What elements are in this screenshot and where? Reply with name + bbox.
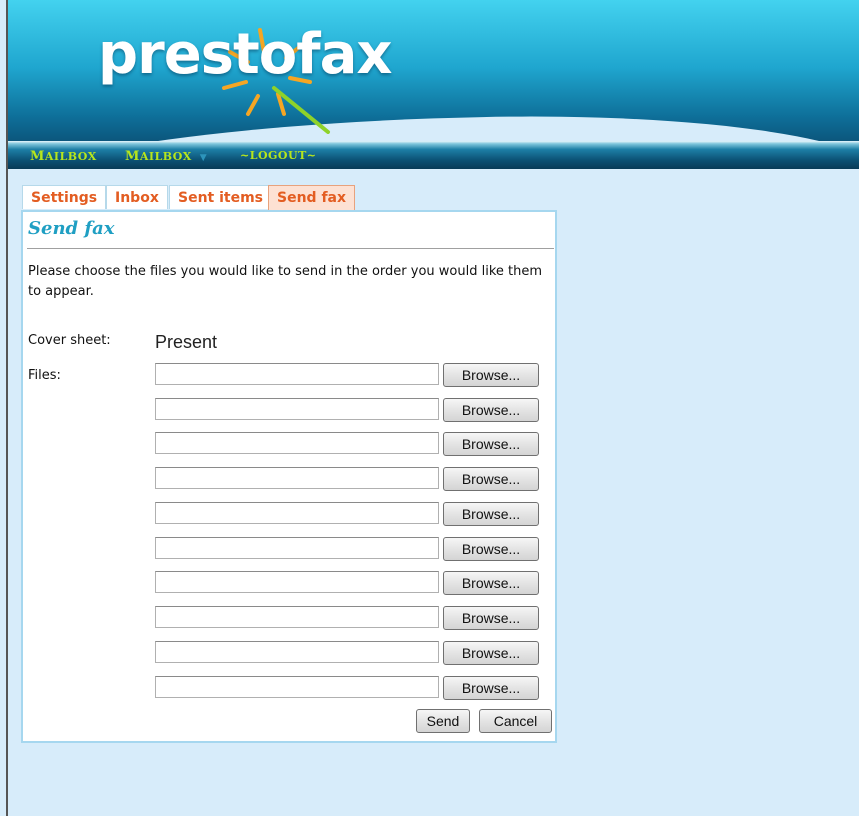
nav-logout[interactable]: ~LOGOUT~ bbox=[240, 149, 317, 162]
file-row: Browse... bbox=[155, 571, 539, 595]
cover-sheet-label: Cover sheet: bbox=[28, 333, 111, 348]
file-input-3[interactable] bbox=[155, 432, 439, 454]
file-row: Browse... bbox=[155, 363, 539, 387]
file-input-5[interactable] bbox=[155, 502, 439, 524]
panel-title: Send fax bbox=[28, 218, 115, 239]
file-input-10[interactable] bbox=[155, 676, 439, 698]
file-row: Browse... bbox=[155, 676, 539, 700]
tab-send-fax[interactable]: Send fax bbox=[268, 185, 356, 211]
browse-button-4[interactable]: Browse... bbox=[443, 467, 539, 491]
prestofax-logo: prestofax bbox=[98, 22, 393, 134]
send-fax-panel: Send fax Please choose the files you wou… bbox=[21, 210, 557, 743]
browse-button-5[interactable]: Browse... bbox=[443, 502, 539, 526]
file-row: Browse... bbox=[155, 641, 539, 665]
tab-settings[interactable]: Settings bbox=[22, 185, 107, 209]
file-row: Browse... bbox=[155, 467, 539, 491]
nav-mailbox-1[interactable]: MAILBOX bbox=[30, 149, 97, 164]
files-label: Files: bbox=[28, 368, 61, 383]
file-row: Browse... bbox=[155, 606, 539, 630]
tab-inbox[interactable]: Inbox bbox=[106, 185, 168, 209]
top-nav: MAILBOX MAILBOX ▼ ~LOGOUT~ bbox=[8, 141, 859, 169]
browse-button-1[interactable]: Browse... bbox=[443, 363, 539, 387]
logo-text: prestofax bbox=[98, 22, 393, 87]
instructions-text: Please choose the files you would like t… bbox=[28, 264, 543, 299]
nav-mailbox-2-label: AILBOX bbox=[139, 150, 192, 163]
nav-logout-label: ~LOGOUT~ bbox=[240, 149, 317, 162]
browse-button-2[interactable]: Browse... bbox=[443, 398, 539, 422]
chevron-down-icon: ▼ bbox=[199, 153, 208, 163]
nav-mailbox-2-cap: M bbox=[125, 149, 140, 164]
file-input-2[interactable] bbox=[155, 398, 439, 420]
file-input-6[interactable] bbox=[155, 537, 439, 559]
file-input-7[interactable] bbox=[155, 571, 439, 593]
nav-mailbox-1-cap: M bbox=[30, 149, 45, 164]
header-banner: prestofax bbox=[8, 0, 859, 150]
file-input-1[interactable] bbox=[155, 363, 439, 385]
browse-button-8[interactable]: Browse... bbox=[443, 606, 539, 630]
browse-button-10[interactable]: Browse... bbox=[443, 676, 539, 700]
send-button[interactable]: Send bbox=[416, 709, 470, 733]
file-row: Browse... bbox=[155, 398, 539, 422]
nav-mailbox-1-label: AILBOX bbox=[44, 150, 97, 163]
browse-button-7[interactable]: Browse... bbox=[443, 571, 539, 595]
tab-sent-items[interactable]: Sent items bbox=[169, 185, 273, 209]
file-input-8[interactable] bbox=[155, 606, 439, 628]
file-input-9[interactable] bbox=[155, 641, 439, 663]
file-input-4[interactable] bbox=[155, 467, 439, 489]
browse-button-3[interactable]: Browse... bbox=[443, 432, 539, 456]
divider bbox=[27, 248, 554, 249]
nav-mailbox-dropdown[interactable]: MAILBOX ▼ bbox=[125, 149, 207, 164]
file-row: Browse... bbox=[155, 537, 539, 561]
file-row: Browse... bbox=[155, 432, 539, 456]
browse-button-9[interactable]: Browse... bbox=[443, 641, 539, 665]
cover-sheet-value: Present bbox=[155, 332, 218, 352]
browse-button-6[interactable]: Browse... bbox=[443, 537, 539, 561]
file-row: Browse... bbox=[155, 502, 539, 526]
cancel-button[interactable]: Cancel bbox=[479, 709, 552, 733]
